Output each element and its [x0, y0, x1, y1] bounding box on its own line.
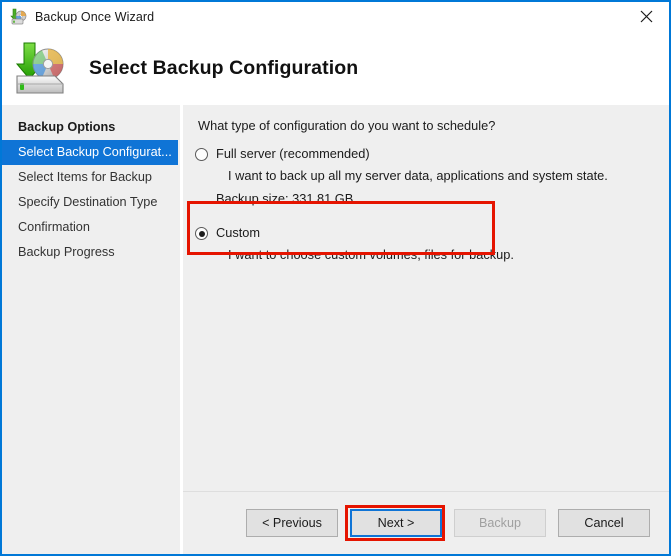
backup-wizard-icon: [10, 8, 28, 26]
sidebar-item-confirmation[interactable]: Confirmation: [2, 215, 180, 240]
sidebar-item-specify-destination-type[interactable]: Specify Destination Type: [2, 190, 180, 215]
backup-once-wizard-window: Backup Once Wizard Select Backup Configu…: [0, 0, 671, 556]
button-label: Cancel: [584, 516, 624, 530]
wizard-step-list: Backup Options Select Backup Configurat.…: [2, 105, 180, 554]
radio-full-server[interactable]: [195, 148, 208, 161]
sidebar-item-backup-options[interactable]: Backup Options: [2, 115, 180, 140]
wizard-body: Backup Options Select Backup Configurat.…: [2, 105, 669, 554]
option-label: Full server (recommended): [216, 146, 370, 161]
radio-custom[interactable]: [195, 227, 208, 240]
option-custom[interactable]: Custom I want to choose custom volumes, …: [183, 225, 669, 262]
configuration-panel: What type of configuration do you want t…: [183, 105, 669, 491]
sidebar-item-label: Select Backup Configurat...: [18, 145, 172, 159]
next-button[interactable]: Next >: [350, 509, 442, 537]
content-column: What type of configuration do you want t…: [183, 105, 669, 554]
sidebar-item-backup-progress[interactable]: Backup Progress: [2, 240, 180, 265]
option-description: I want to back up all my server data, ap…: [228, 168, 608, 183]
wizard-footer: < Previous Next > Backup Cancel: [183, 491, 669, 554]
button-label: Next >: [377, 516, 415, 530]
sidebar-item-label: Confirmation: [18, 220, 90, 234]
sidebar-item-label: Backup Progress: [18, 245, 115, 259]
cancel-button[interactable]: Cancel: [558, 509, 650, 537]
option-label: Custom: [216, 225, 261, 240]
previous-button[interactable]: < Previous: [246, 509, 338, 537]
sidebar-item-label: Specify Destination Type: [18, 195, 158, 209]
configuration-question: What type of configuration do you want t…: [198, 118, 496, 133]
button-label: < Previous: [262, 516, 322, 530]
close-icon: [640, 10, 653, 23]
button-label: Backup: [478, 516, 521, 530]
option-full-server[interactable]: Full server (recommended) I want to back…: [183, 146, 669, 206]
window-title: Backup Once Wizard: [35, 10, 155, 24]
sidebar-item-select-backup-configuration[interactable]: Select Backup Configurat...: [2, 140, 178, 165]
sidebar-item-select-items-for-backup[interactable]: Select Items for Backup: [2, 165, 180, 190]
title-bar: Backup Once Wizard: [2, 2, 669, 32]
sidebar-item-label: Select Items for Backup: [18, 170, 152, 184]
option-description: I want to choose custom volumes, files f…: [228, 247, 514, 262]
page-title: Select Backup Configuration: [89, 57, 359, 79]
backup-disk-arrow-icon: [11, 40, 73, 98]
backup-size-label: Backup size: 331.81 GB: [216, 191, 354, 206]
close-button[interactable]: [624, 2, 669, 31]
backup-button: Backup: [454, 509, 546, 537]
sidebar-item-label: Backup Options: [18, 120, 116, 134]
wizard-header: Select Backup Configuration: [2, 32, 669, 105]
